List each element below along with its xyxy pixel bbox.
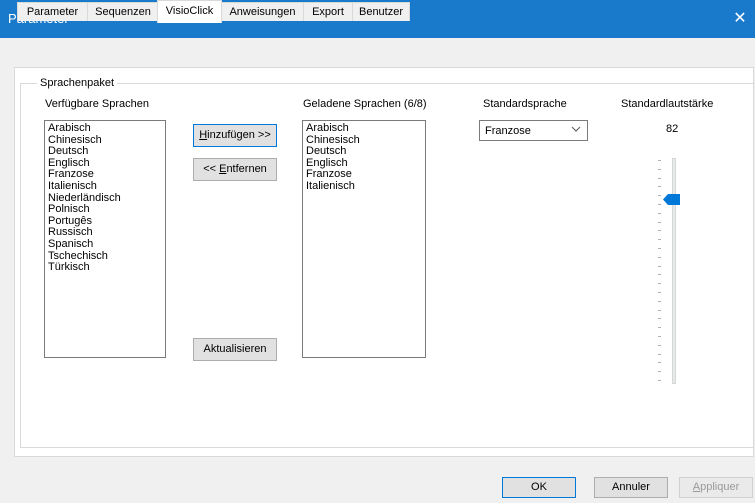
default-volume-value: 82 [666,123,679,135]
slider-tick [658,248,661,249]
volume-slider-track[interactable] [672,158,676,384]
loaded-languages-label: Geladene Sprachen (6/8) [303,98,427,110]
slider-tick [658,274,661,276]
slider-tick [658,212,661,214]
ok-button[interactable]: OK [502,477,576,498]
group-title: Sprachenpaket [37,77,117,89]
tab-anweisungen[interactable]: Anweisungen [221,2,304,21]
slider-tick [658,177,661,179]
slider-tick [658,336,661,337]
tab-benutzer[interactable]: Benutzer [352,2,410,21]
chevron-down-icon [571,126,581,132]
slider-tick [658,327,661,329]
slider-tick [658,371,661,373]
loaded-languages-list[interactable]: Arabisch Chinesisch Deutsch Englisch Fra… [302,120,426,358]
slider-tick [658,362,661,364]
slider-tick [658,160,661,161]
list-item[interactable]: Arabisch [306,122,425,135]
add-button[interactable]: Hinzufügen >> [193,124,277,147]
default-language-select[interactable]: Franzose [479,120,588,141]
slider-tick [658,300,661,302]
apply-button[interactable]: Appliquer [679,477,753,498]
default-language-value: Franzose [485,125,531,137]
slider-tick [658,292,661,293]
slider-tick [658,256,661,258]
slider-tick [658,239,661,241]
refresh-button[interactable]: Aktualisieren [193,338,277,361]
slider-tick [658,230,661,232]
default-language-label: Standardsprache [483,98,567,110]
tab-export[interactable]: Export [303,2,353,21]
slider-tick [658,265,661,267]
slider-tick [658,353,661,355]
close-icon[interactable]: ✕ [725,0,755,38]
slider-tick [658,380,661,381]
slider-tick [658,221,661,223]
list-item[interactable]: Polnisch [48,204,165,216]
slider-tick [658,283,661,285]
available-languages-label: Verfügbare Sprachen [45,98,149,110]
list-item[interactable]: Türkisch [48,262,165,274]
volume-slider-thumb[interactable] [663,194,680,206]
slider-tick [658,318,661,320]
list-item[interactable]: Italienisch [306,180,425,193]
tab-parameter[interactable]: Parameter [17,2,88,21]
slider-tick [658,168,661,170]
slider-tick [658,344,661,346]
slider-tick [658,204,661,205]
slider-tick [658,309,661,311]
list-item[interactable]: Italienisch [48,180,165,193]
slider-tick [658,195,661,197]
list-item[interactable]: Spanisch [48,238,165,251]
remove-button[interactable]: << Entfernen [193,158,277,181]
slider-tick [658,186,661,188]
default-volume-label: Standardlautstärke [621,98,714,110]
list-item[interactable]: Arabisch [48,122,165,135]
available-languages-list[interactable]: Arabisch Chinesisch Deutsch Englisch Fra… [44,120,166,358]
tab-sequenzen[interactable]: Sequenzen [87,2,159,21]
cancel-button[interactable]: Annuler [594,477,668,498]
tab-visioclick[interactable]: VisioClick [157,0,222,23]
